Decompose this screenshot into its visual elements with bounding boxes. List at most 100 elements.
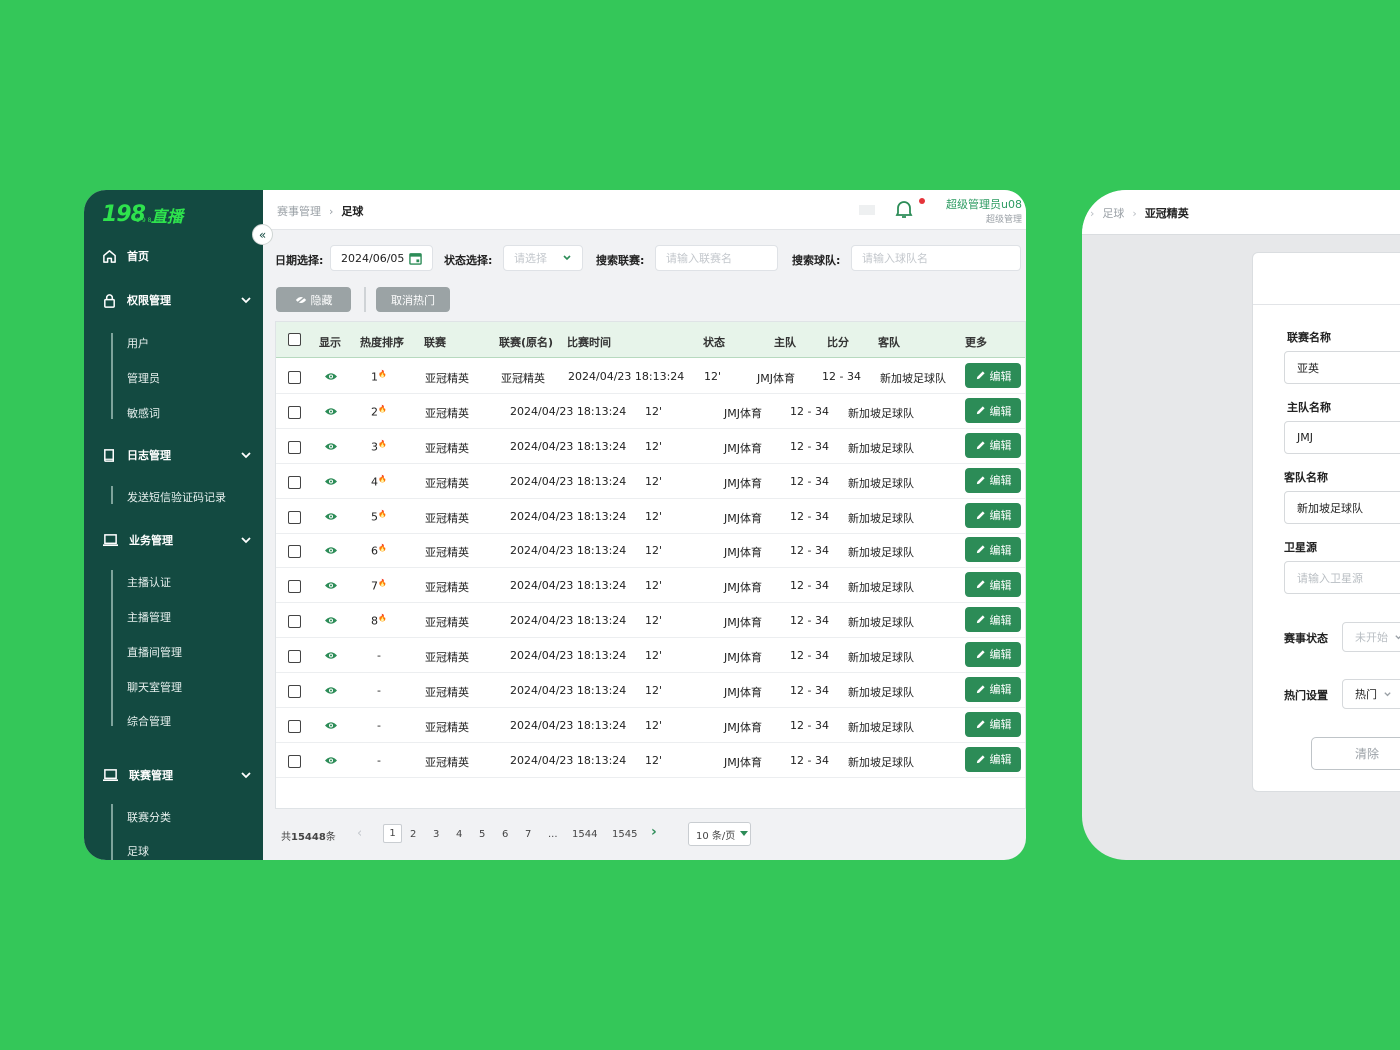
row-checkbox[interactable] <box>288 719 301 733</box>
eye-icon[interactable] <box>324 581 338 590</box>
sidebar-item-users[interactable]: 用户 <box>127 335 149 351</box>
prev-page-icon[interactable]: ‹ <box>357 826 362 841</box>
sidebar-group-permissions[interactable]: 权限管理 <box>102 292 252 308</box>
table-row[interactable]: 2🔥 亚冠精英 2024/04/23 18:13:24 12' JMJ体育 12… <box>276 394 1025 429</box>
edit-button[interactable]: 编辑 <box>965 398 1021 423</box>
sidebar-item-sensitive-words[interactable]: 敏感词 <box>127 405 160 421</box>
eye-icon[interactable] <box>324 616 338 625</box>
table-row[interactable]: 3🔥 亚冠精英 2024/04/23 18:13:24 12' JMJ体育 12… <box>276 429 1025 464</box>
table-row[interactable]: 7🔥 亚冠精英 2024/04/23 18:13:24 12' JMJ体育 12… <box>276 568 1025 604</box>
next-page-icon[interactable]: › <box>651 824 657 840</box>
sidebar-item-streamer-verify[interactable]: 主播认证 <box>127 574 171 590</box>
sidebar-item-general-manage[interactable]: 综合管理 <box>127 713 171 729</box>
page-number[interactable]: 7 <box>525 829 531 840</box>
eye-icon[interactable] <box>324 651 338 660</box>
page-number[interactable]: 6 <box>502 829 508 840</box>
eye-icon[interactable] <box>324 546 338 555</box>
page-number-current[interactable]: 1 <box>383 824 402 843</box>
table-row[interactable]: - 亚冠精英 2024/04/23 18:13:24 12' JMJ体育 12 … <box>276 708 1025 743</box>
eye-icon[interactable] <box>324 442 338 451</box>
sidebar-item-league-category[interactable]: 联赛分类 <box>127 809 171 825</box>
sidebar-group-label: 联赛管理 <box>129 769 173 782</box>
hide-button[interactable]: 隐藏 <box>276 287 351 312</box>
table-row[interactable]: 1🔥 亚冠精英 亚冠精英 2024/04/23 18:13:24 12' JMJ… <box>276 359 1025 394</box>
sidebar-item-sms-log[interactable]: 发送短信验证码记录 <box>127 489 226 505</box>
row-checkbox[interactable] <box>288 440 301 454</box>
table-row[interactable]: - 亚冠精英 2024/04/23 18:13:24 12' JMJ体育 12 … <box>276 743 1025 778</box>
date-picker[interactable]: 2024/06/05 <box>330 245 433 271</box>
row-checkbox[interactable] <box>288 510 301 524</box>
edit-button[interactable]: 编辑 <box>965 502 1021 528</box>
sidebar-group-logs[interactable]: 日志管理 <box>102 447 252 463</box>
team-search-input[interactable]: 请输入球队名 <box>851 245 1021 271</box>
sidebar-item-room-manage[interactable]: 直播间管理 <box>127 644 182 660</box>
edit-button[interactable]: 编辑 <box>965 607 1021 633</box>
away-cell: 新加坡足球队 <box>848 546 914 560</box>
edit-button[interactable]: 编辑 <box>965 363 1021 388</box>
table-row[interactable]: 6🔥 亚冠精英 2024/04/23 18:13:24 12' JMJ体育 12… <box>276 533 1025 569</box>
league-name-input[interactable]: 亚英 <box>1284 351 1400 384</box>
eye-icon[interactable] <box>324 407 338 416</box>
sidebar-group-business[interactable]: 业务管理 <box>102 532 252 548</box>
hot-setting-select[interactable]: 热门 <box>1342 679 1400 709</box>
table-row[interactable]: 5🔥 亚冠精英 2024/04/23 18:13:24 12' JMJ体育 12… <box>276 499 1025 534</box>
league-search-input[interactable]: 请输入联赛名 <box>655 245 778 271</box>
edit-button[interactable]: 编辑 <box>965 572 1021 598</box>
match-status-select[interactable]: 未开始 <box>1342 622 1400 652</box>
eye-icon[interactable] <box>324 372 338 381</box>
eye-icon[interactable] <box>324 686 338 695</box>
page-number[interactable]: 5 <box>479 829 485 840</box>
edit-button[interactable]: 编辑 <box>965 467 1021 493</box>
page-number[interactable]: 3 <box>433 829 439 840</box>
eye-icon[interactable] <box>324 512 338 521</box>
status-select[interactable]: 请选择 <box>503 245 583 271</box>
row-checkbox[interactable] <box>288 406 301 419</box>
table-row[interactable]: 4🔥 亚冠精英 2024/04/23 18:13:24 12' JMJ体育 12… <box>276 464 1025 499</box>
table-row[interactable]: 8🔥 亚冠精英 2024/04/23 18:13:24 12' JMJ体育 12… <box>276 603 1025 639</box>
clear-button[interactable]: 清除 <box>1311 737 1400 770</box>
away-team-input[interactable]: 新加坡足球队 <box>1284 491 1400 524</box>
page-number[interactable]: 1545 <box>612 829 637 840</box>
edit-button[interactable]: 编辑 <box>965 432 1021 458</box>
table-row[interactable]: - 亚冠精英 2024/04/23 18:13:24 12' JMJ体育 12 … <box>276 638 1025 673</box>
edit-button[interactable]: 编辑 <box>965 641 1021 667</box>
col-hot-rank[interactable]: 热度排序 <box>360 334 404 350</box>
row-checkbox[interactable] <box>288 754 301 768</box>
breadcrumb-item[interactable]: 足球 <box>1102 205 1124 221</box>
page-number[interactable]: 2 <box>410 829 416 840</box>
row-checkbox[interactable] <box>288 371 301 384</box>
sidebar-item-admins[interactable]: 管理员 <box>127 370 160 386</box>
breadcrumb-item[interactable]: 赛事管理 <box>277 203 321 219</box>
select-all-checkbox[interactable] <box>288 333 301 346</box>
collapse-sidebar-button[interactable]: « <box>252 224 273 245</box>
league-cell: 亚冠精英 <box>425 685 469 699</box>
sidebar-item-football[interactable]: 足球 <box>127 843 149 859</box>
page-number[interactable]: 1544 <box>572 829 597 840</box>
home-team-input[interactable]: JMJ <box>1284 421 1400 454</box>
bell-icon[interactable] <box>895 199 913 219</box>
sidebar-item-streamer-manage[interactable]: 主播管理 <box>127 609 171 625</box>
score-cell: 12 - 34 <box>790 614 829 628</box>
eye-icon[interactable] <box>324 477 338 486</box>
eye-icon[interactable] <box>324 756 338 765</box>
sidebar-item-chat-manage[interactable]: 聊天室管理 <box>127 679 182 695</box>
page-size-select[interactable]: 10 条/页 <box>688 822 751 846</box>
row-checkbox[interactable] <box>288 615 301 629</box>
page-number[interactable]: 4 <box>456 829 462 840</box>
edit-button[interactable]: 编辑 <box>965 676 1021 702</box>
eye-icon[interactable] <box>324 721 338 730</box>
sidebar-group-leagues[interactable]: 联赛管理 <box>102 767 252 783</box>
table-row[interactable]: - 亚冠精英 2024/04/23 18:13:24 12' JMJ体育 12 … <box>276 673 1025 708</box>
row-checkbox[interactable] <box>288 684 301 698</box>
row-checkbox[interactable] <box>288 580 301 594</box>
user-menu[interactable]: 超级管理员u08 超级管理 <box>942 196 1022 225</box>
edit-button[interactable]: 编辑 <box>965 537 1021 563</box>
edit-button[interactable]: 编辑 <box>965 711 1021 737</box>
satellite-source-input[interactable]: 请输入卫星源 <box>1284 561 1400 594</box>
edit-button[interactable]: 编辑 <box>965 746 1021 772</box>
row-checkbox[interactable] <box>288 649 301 663</box>
sidebar-item-home[interactable]: 首页 <box>102 248 252 264</box>
row-checkbox[interactable] <box>288 475 301 489</box>
cancel-hot-button[interactable]: 取消热门 <box>376 287 450 312</box>
row-checkbox[interactable] <box>288 545 301 559</box>
